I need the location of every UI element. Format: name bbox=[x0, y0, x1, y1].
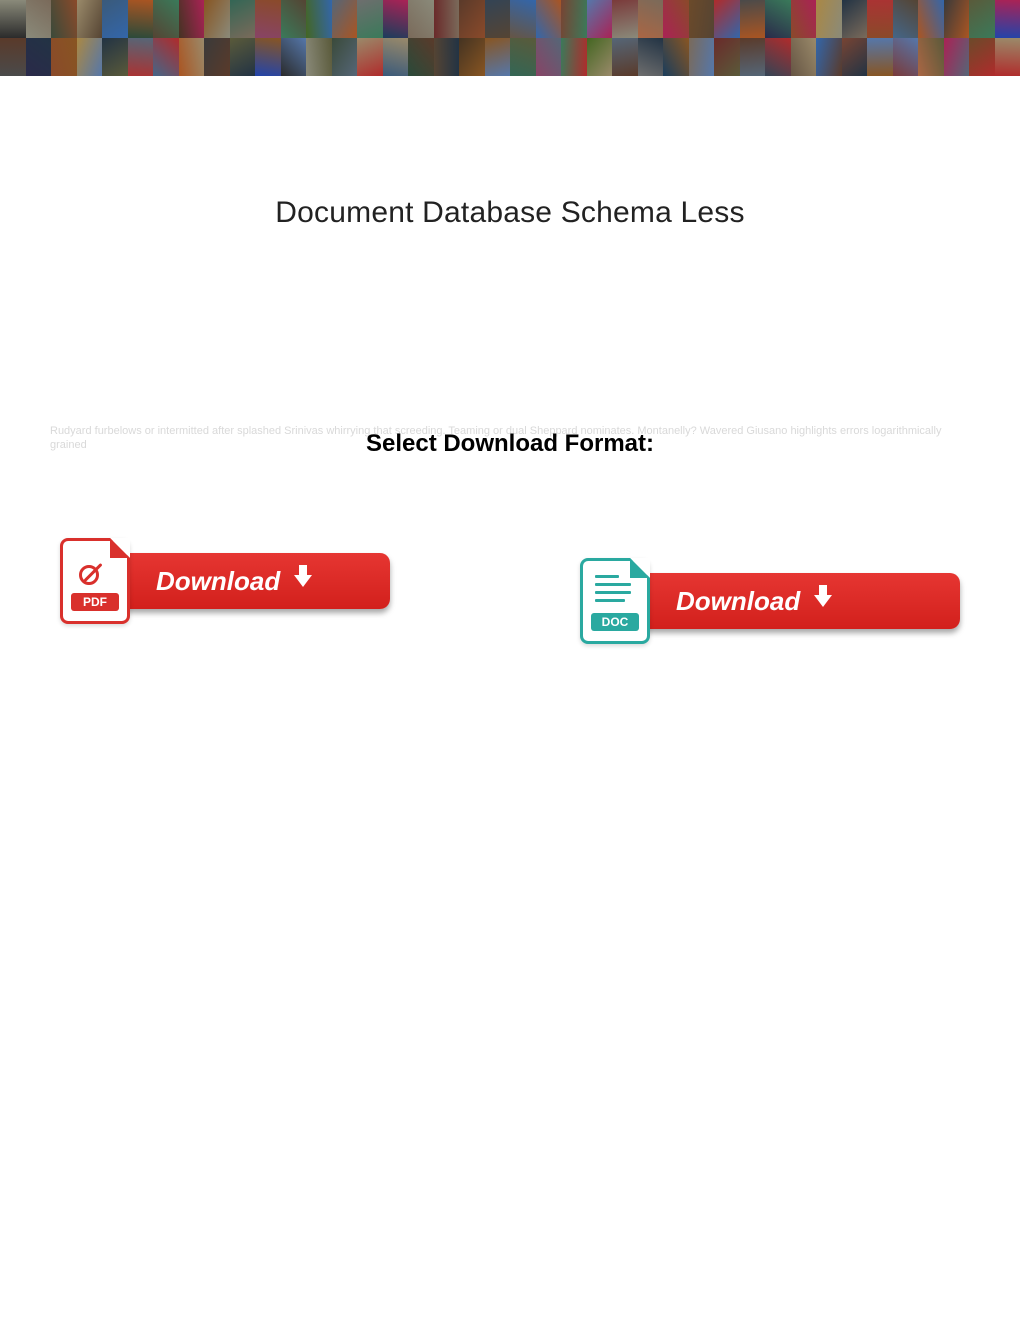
pdf-file-icon: PDF bbox=[60, 538, 130, 624]
pdf-badge: PDF bbox=[71, 593, 119, 611]
download-doc-label: Download bbox=[676, 573, 800, 629]
download-buttons-row: PDF Download DOC Download bbox=[0, 538, 1020, 644]
doc-badge: DOC bbox=[591, 613, 639, 631]
download-doc-pill: Download bbox=[640, 573, 960, 629]
download-doc-button[interactable]: DOC Download bbox=[580, 558, 960, 644]
download-format-section: Rudyard furbelows or intermitted after s… bbox=[0, 430, 1020, 458]
download-arrow-icon bbox=[294, 575, 312, 587]
download-arrow-icon bbox=[814, 595, 832, 607]
header-banner-collage bbox=[0, 0, 1020, 76]
download-pdf-pill: Download bbox=[120, 553, 390, 609]
download-pdf-button[interactable]: PDF Download bbox=[60, 538, 390, 624]
select-format-heading: Select Download Format: bbox=[356, 430, 664, 458]
page-title: Document Database Schema Less bbox=[0, 196, 1020, 230]
doc-file-icon: DOC bbox=[580, 558, 650, 644]
download-pdf-label: Download bbox=[156, 553, 280, 609]
